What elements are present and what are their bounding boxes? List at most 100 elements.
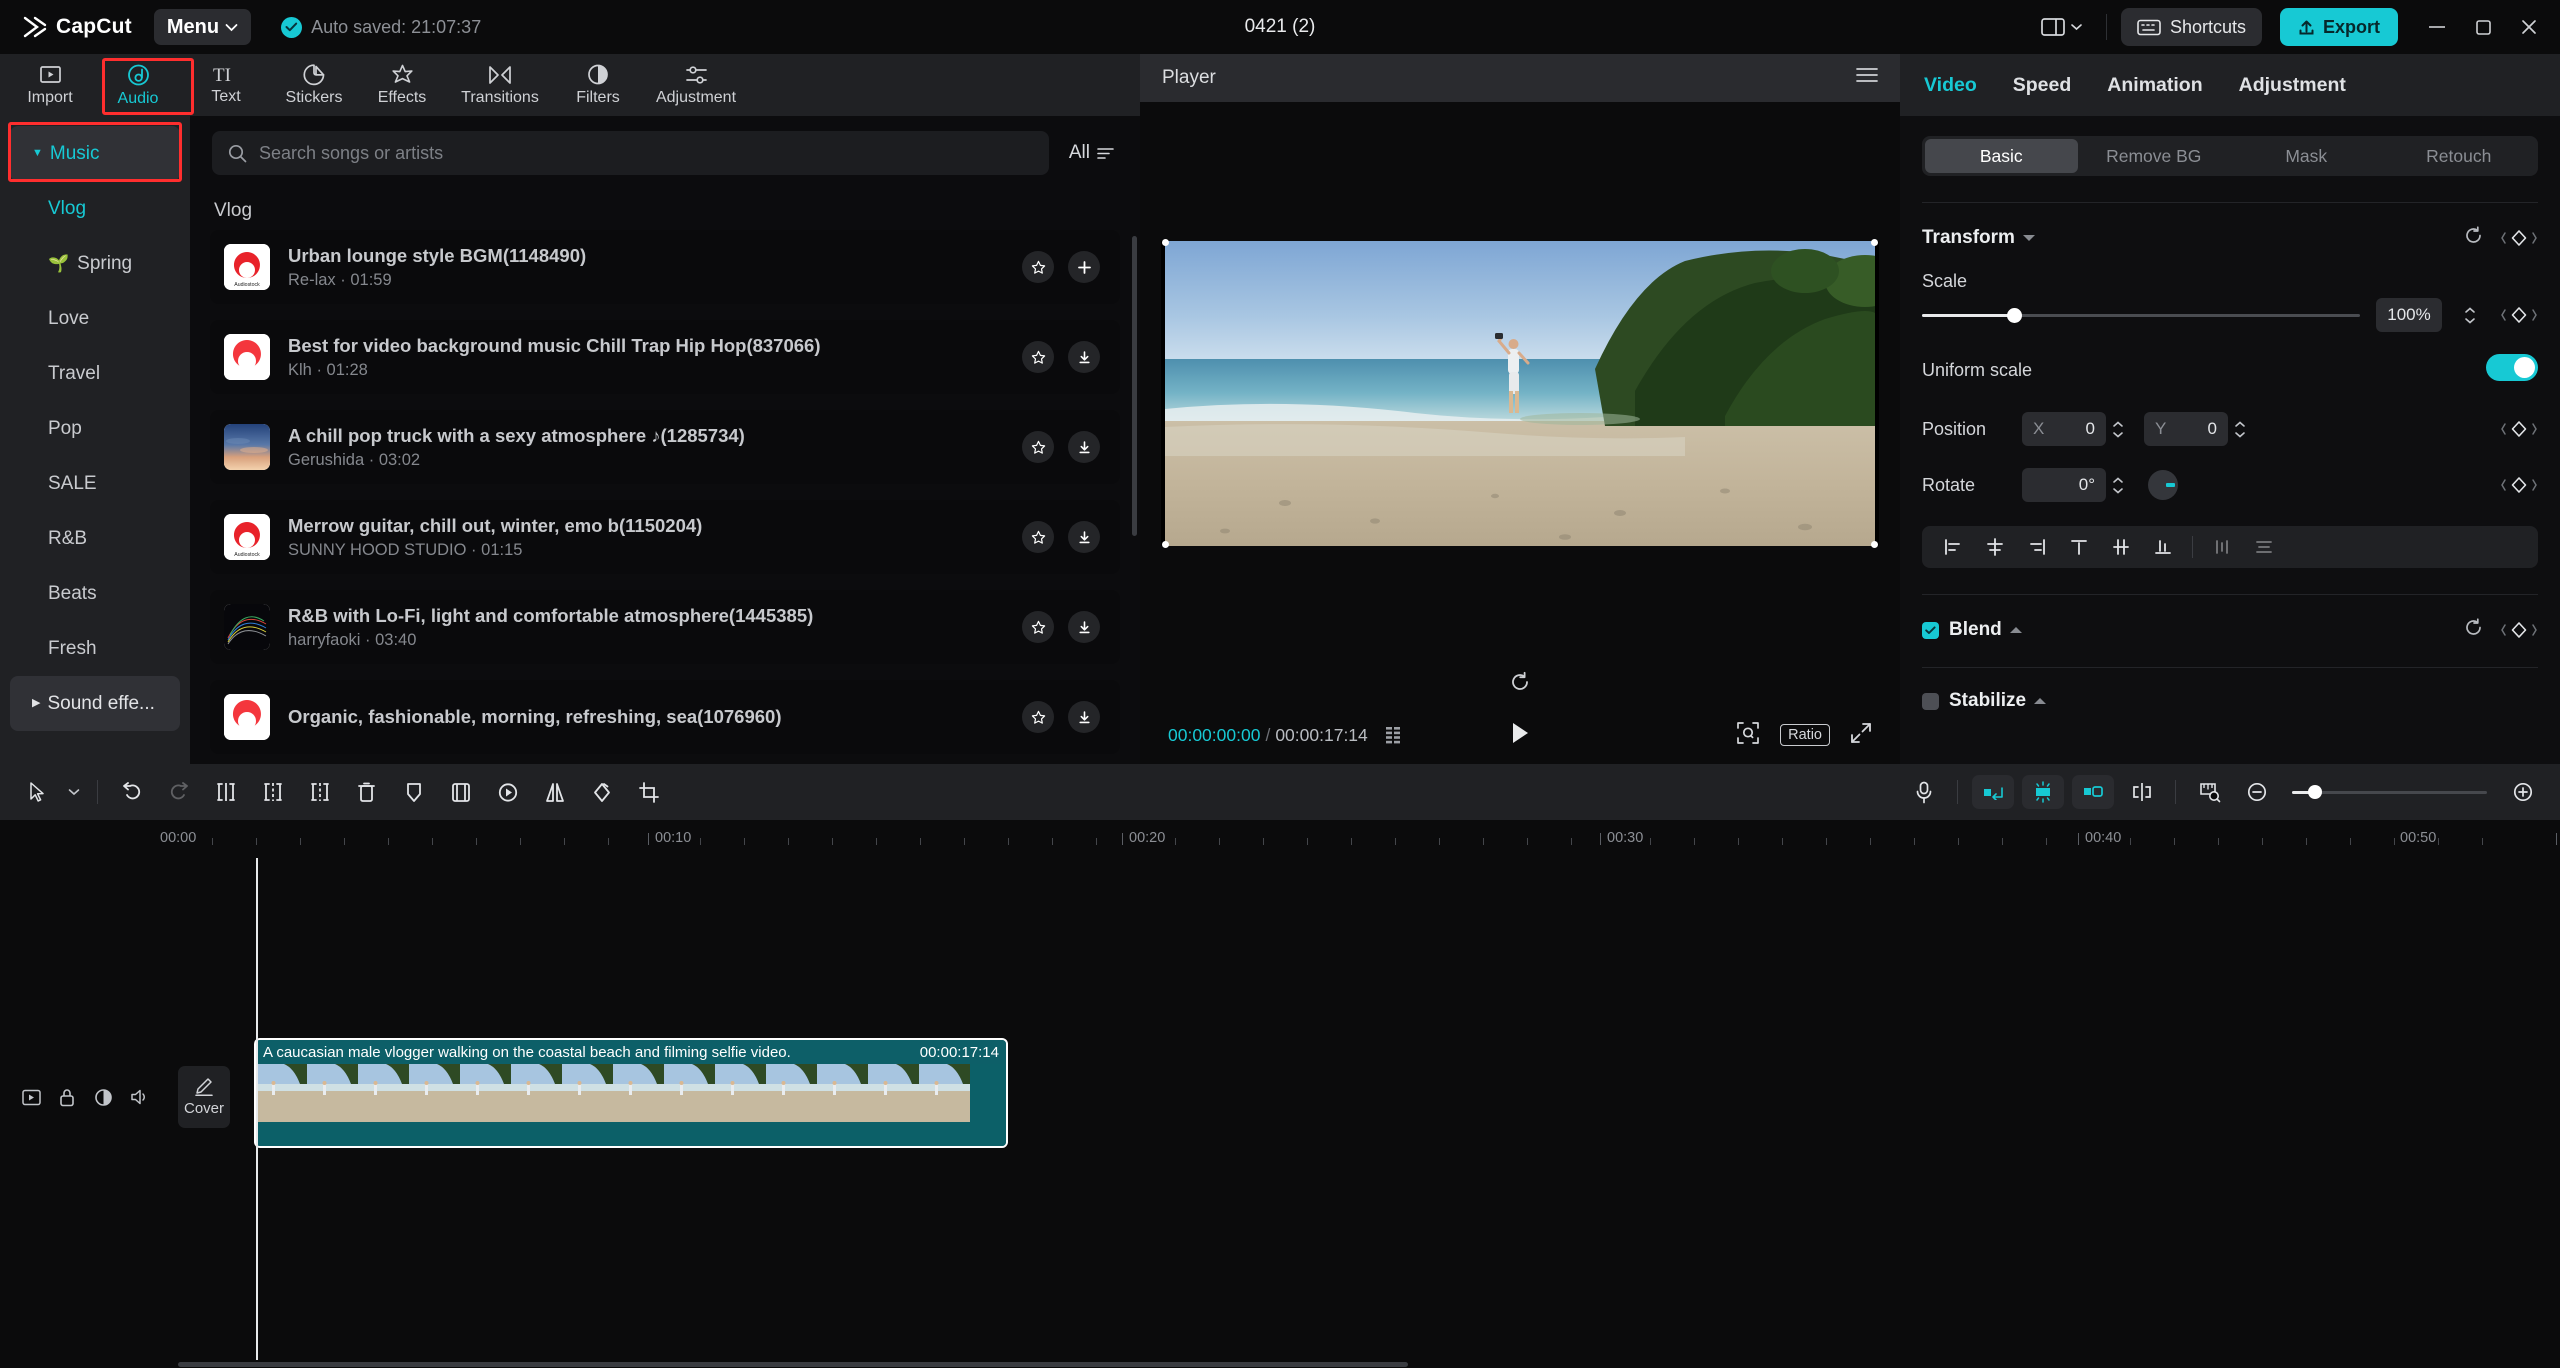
- scale-slider[interactable]: [1922, 314, 2360, 317]
- export-button[interactable]: Export: [2280, 8, 2398, 46]
- equalizer-button[interactable]: [1386, 726, 1408, 744]
- favorite-star-button[interactable]: [1022, 611, 1054, 643]
- download-button[interactable]: [1068, 431, 1100, 463]
- track-thumbnail-toggle[interactable]: [20, 1086, 42, 1108]
- keyframe-rotate-button[interactable]: [2500, 476, 2538, 494]
- track-mute-button[interactable]: [128, 1086, 150, 1108]
- blend-checkbox[interactable]: [1922, 622, 1939, 639]
- reset-blend-button[interactable]: [2463, 617, 2484, 643]
- tab-speed[interactable]: Speed: [2013, 74, 2072, 97]
- list-item[interactable]: Audiostock Urban lounge style BGM(114849…: [210, 230, 1120, 304]
- marker-button[interactable]: [390, 770, 437, 814]
- align-top-button[interactable]: [2058, 526, 2100, 568]
- position-y-input[interactable]: Y 0: [2144, 412, 2228, 446]
- position-x-stepper[interactable]: [2112, 421, 2124, 438]
- link-clips-button[interactable]: [2072, 775, 2114, 809]
- reset-transform-button[interactable]: [2463, 225, 2484, 251]
- category-travel[interactable]: Travel: [10, 346, 180, 401]
- search-input[interactable]: [259, 143, 1033, 164]
- mode-tab-effects[interactable]: Effects: [358, 54, 446, 116]
- keyframe-transform-button[interactable]: [2500, 229, 2538, 247]
- undo-button[interactable]: [108, 770, 155, 814]
- favorite-star-button[interactable]: [1022, 521, 1054, 553]
- trim-start-button[interactable]: [249, 770, 296, 814]
- chevron-down-icon[interactable]: [2034, 698, 2046, 704]
- download-button[interactable]: [1068, 701, 1100, 733]
- timeline-zoom-slider[interactable]: [2292, 791, 2487, 794]
- keyframe-position-button[interactable]: [2500, 420, 2538, 438]
- list-item[interactable]: Audiostock Merrow guitar, chill out, win…: [210, 500, 1120, 574]
- resize-handle-bl[interactable]: [1162, 541, 1169, 548]
- category-sale[interactable]: SALE: [10, 456, 180, 511]
- record-voiceover-button[interactable]: [1900, 770, 1947, 814]
- cover-button[interactable]: Cover: [178, 1066, 230, 1128]
- filter-all-button[interactable]: All: [1065, 136, 1118, 170]
- mode-tab-audio[interactable]: Audio: [94, 54, 182, 116]
- minimize-button[interactable]: [2414, 7, 2460, 47]
- playhead[interactable]: [256, 858, 258, 1360]
- category-spring[interactable]: 🌱 Spring: [10, 236, 180, 291]
- redo-button[interactable]: [155, 770, 202, 814]
- add-to-timeline-button[interactable]: [1068, 251, 1100, 283]
- player-menu-button[interactable]: [1856, 67, 1878, 89]
- favorite-star-button[interactable]: [1022, 341, 1054, 373]
- rotate-input[interactable]: 0°: [2022, 468, 2106, 502]
- list-item[interactable]: A chill pop truck with a sexy atmosphere…: [210, 410, 1120, 484]
- resize-handle-tr[interactable]: [1871, 239, 1878, 246]
- subtab-mask[interactable]: Mask: [2230, 139, 2383, 173]
- category-love[interactable]: Love: [10, 291, 180, 346]
- keyframe-scale-button[interactable]: [2500, 306, 2538, 324]
- resize-handle-tl[interactable]: [1162, 239, 1169, 246]
- split-button[interactable]: [202, 770, 249, 814]
- zoom-to-fit-button[interactable]: [2186, 770, 2233, 814]
- auto-cut-left-button[interactable]: [1972, 775, 2014, 809]
- ratio-button[interactable]: Ratio: [1780, 724, 1830, 746]
- download-button[interactable]: [1068, 521, 1100, 553]
- list-item[interactable]: Best for video background music Chill Tr…: [210, 320, 1120, 394]
- align-bottom-button[interactable]: [2142, 526, 2184, 568]
- align-middle-button[interactable]: [2100, 526, 2142, 568]
- category-vlog[interactable]: Vlog: [10, 181, 180, 236]
- delete-button[interactable]: [343, 770, 390, 814]
- split-playhead-button[interactable]: [2118, 770, 2165, 814]
- auto-snap-button[interactable]: [2022, 775, 2064, 809]
- video-canvas[interactable]: [1161, 241, 1879, 546]
- category-music[interactable]: ▼ Music: [10, 126, 180, 181]
- chevron-up-icon[interactable]: [2023, 235, 2035, 241]
- zoom-in-button[interactable]: [2499, 770, 2546, 814]
- timeline-horizontal-scrollbar[interactable]: [0, 1360, 2560, 1368]
- menu-button[interactable]: Menu: [154, 9, 251, 45]
- play-button[interactable]: [1509, 721, 1531, 750]
- favorite-star-button[interactable]: [1022, 431, 1054, 463]
- tool-dropdown-button[interactable]: [61, 770, 87, 814]
- timeline-ruler[interactable]: 00:00 00:10 00:20 00:30: [0, 820, 2560, 858]
- download-button[interactable]: [1068, 341, 1100, 373]
- position-x-input[interactable]: X 0: [2022, 412, 2106, 446]
- mode-tab-adjustment[interactable]: Adjustment: [642, 54, 750, 116]
- music-list[interactable]: Audiostock Urban lounge style BGM(114849…: [190, 230, 1140, 764]
- maximize-button[interactable]: [2460, 7, 2506, 47]
- download-button[interactable]: [1068, 611, 1100, 643]
- subtab-retouch[interactable]: Retouch: [2383, 139, 2536, 173]
- mode-tab-transitions[interactable]: Transitions: [446, 54, 554, 116]
- shortcuts-button[interactable]: Shortcuts: [2121, 8, 2262, 46]
- zoom-out-button[interactable]: [2233, 770, 2280, 814]
- tab-video[interactable]: Video: [1924, 74, 1977, 97]
- video-clip[interactable]: A caucasian male vlogger walking on the …: [254, 1038, 1008, 1148]
- mirror-button[interactable]: [531, 770, 578, 814]
- layout-switch-button[interactable]: [2031, 9, 2092, 45]
- trim-end-button[interactable]: [296, 770, 343, 814]
- select-tool-button[interactable]: [14, 770, 61, 814]
- reverse-button[interactable]: [484, 770, 531, 814]
- subtab-remove-bg[interactable]: Remove BG: [2078, 139, 2231, 173]
- chevron-down-icon[interactable]: [2010, 627, 2022, 633]
- favorite-star-button[interactable]: [1022, 701, 1054, 733]
- search-box[interactable]: [212, 131, 1049, 175]
- track-hide-button[interactable]: [92, 1086, 114, 1108]
- category-rnb[interactable]: R&B: [10, 511, 180, 566]
- distribute-horizontal-button[interactable]: [2201, 526, 2243, 568]
- align-left-button[interactable]: [1932, 526, 1974, 568]
- rotate-stepper[interactable]: [2112, 477, 2124, 494]
- uniform-scale-toggle[interactable]: [2486, 354, 2538, 386]
- list-item[interactable]: R&B with Lo-Fi, light and comfortable at…: [210, 590, 1120, 664]
